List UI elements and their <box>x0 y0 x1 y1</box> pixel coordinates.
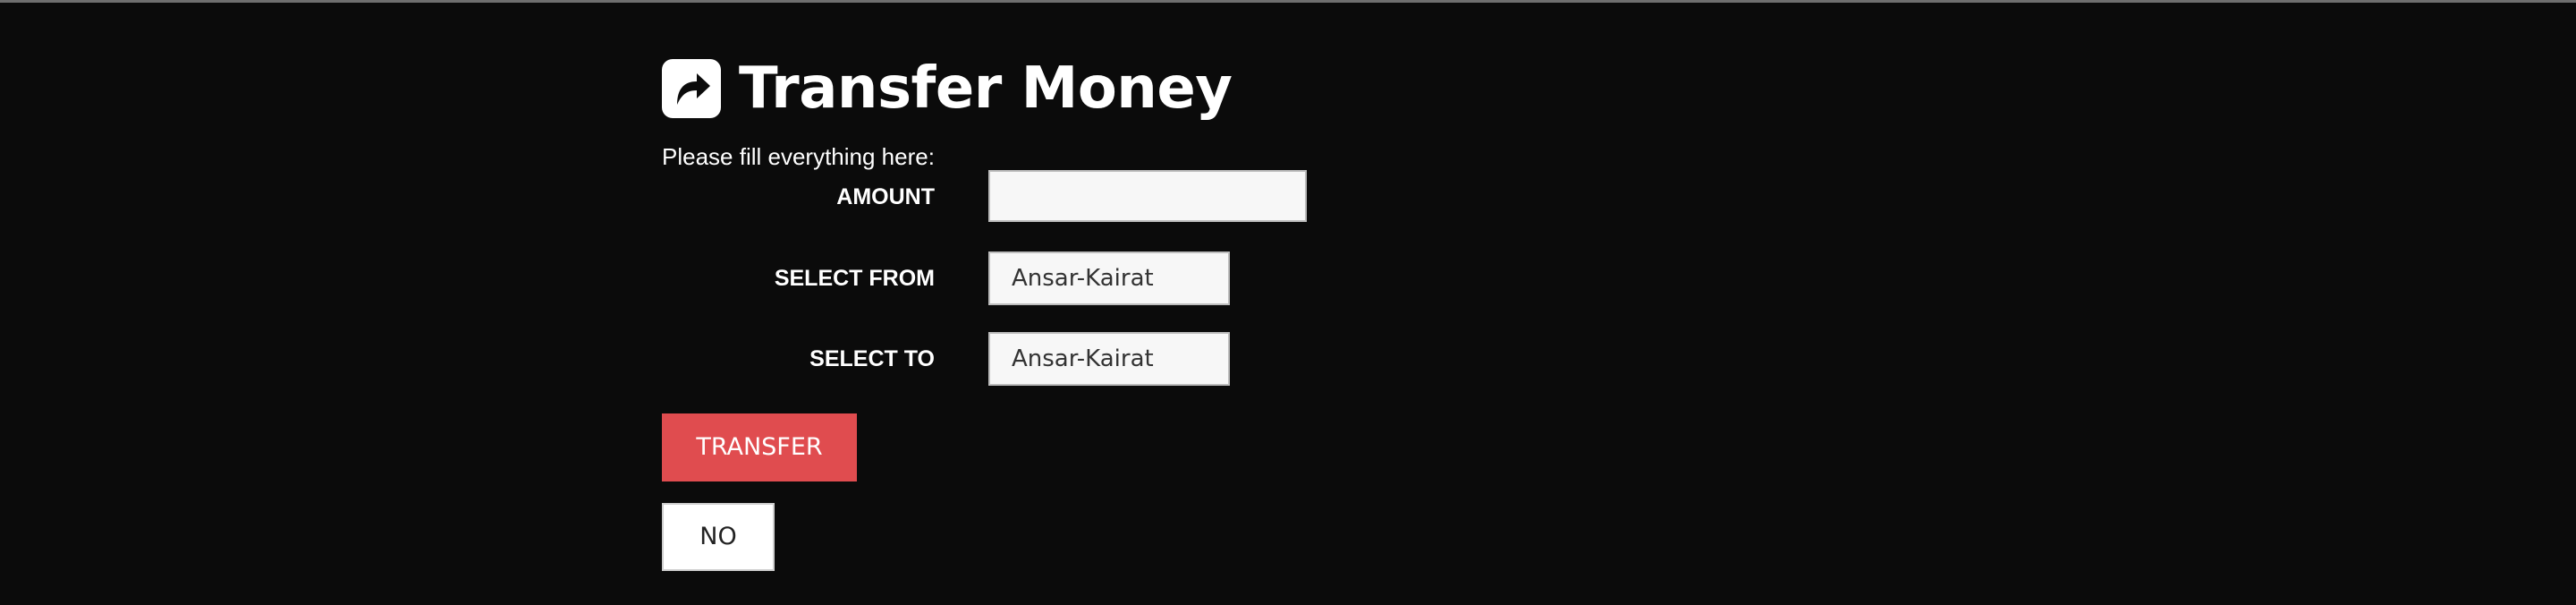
select-from-label: SELECT FROM <box>774 266 935 291</box>
select-from-row: SELECT FROM Ansar-Kairat <box>662 251 1556 305</box>
top-border <box>0 0 2576 3</box>
select-to-row: SELECT TO Ansar-Kairat <box>662 332 1556 386</box>
select-to-dropdown[interactable]: Ansar-Kairat <box>988 332 1230 386</box>
no-button[interactable]: NO <box>662 503 775 571</box>
transfer-button[interactable]: TRANSFER <box>662 413 857 481</box>
amount-row: AMOUNT <box>662 170 1556 224</box>
share-forward-icon <box>662 59 721 118</box>
select-from-dropdown[interactable]: Ansar-Kairat <box>988 251 1230 305</box>
title-row: Transfer Money <box>662 54 1556 124</box>
amount-input[interactable] <box>988 170 1307 222</box>
transfer-form-container: Transfer Money Please fill everything he… <box>662 54 1556 571</box>
amount-label: AMOUNT <box>836 184 935 209</box>
page-title: Transfer Money <box>739 55 1233 122</box>
select-to-label: SELECT TO <box>809 346 935 371</box>
form-instructions: Please fill everything here: <box>662 143 935 170</box>
